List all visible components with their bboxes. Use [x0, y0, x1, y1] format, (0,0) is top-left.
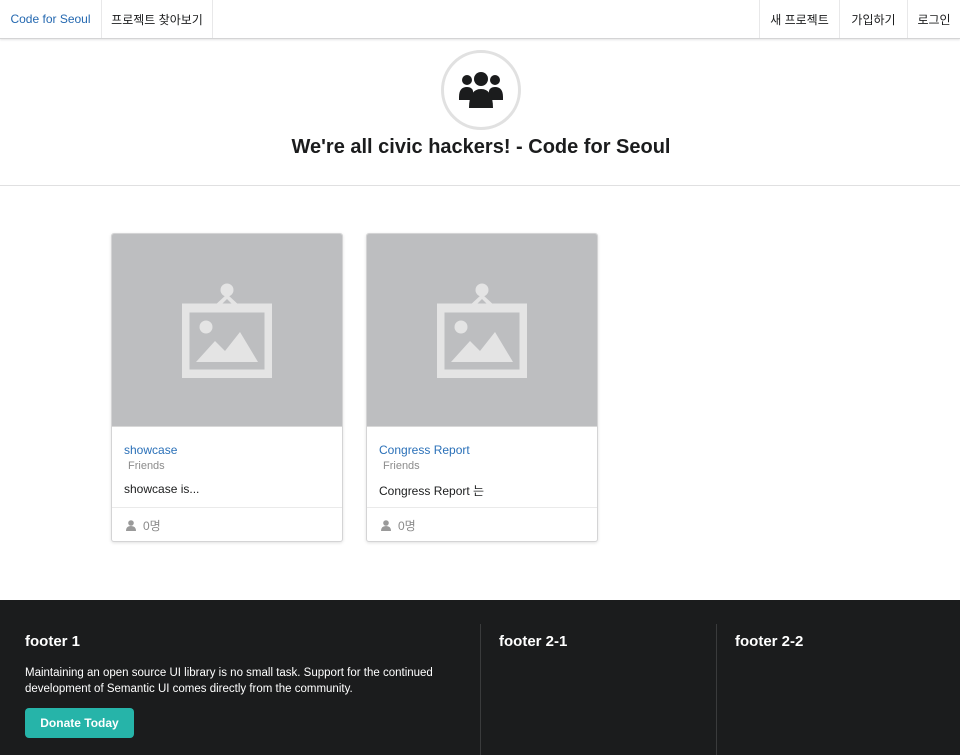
footer-2-1-title: footer 2-1 — [499, 633, 568, 650]
card-image[interactable] — [367, 234, 597, 426]
card-title-link[interactable]: Congress Report — [379, 443, 470, 457]
brand-link[interactable]: Code for Seoul — [0, 0, 102, 38]
card-meta: Friends — [383, 460, 420, 472]
card-divider — [112, 426, 342, 427]
users-icon — [441, 50, 521, 130]
member-count: 0명 — [398, 519, 416, 533]
page-header: We're all civic hackers! - Code for Seou… — [0, 39, 960, 186]
card-description: Congress Report 는 — [379, 484, 485, 498]
new-project-link[interactable]: 새 프로젝트 — [759, 0, 839, 38]
user-icon — [126, 520, 136, 531]
login-link[interactable]: 로그인 — [907, 0, 960, 38]
top-menu: Code for Seoul 프로젝트 찾아보기 새 프로젝트 가입하기 로그인 — [0, 0, 960, 39]
footer-1-text: Maintaining an open source UI library is… — [25, 667, 433, 695]
menu-spacer — [213, 0, 759, 38]
footer-column-2: footer 2-1 — [480, 624, 716, 755]
card-members: 0명 — [112, 507, 342, 541]
image-placeholder-icon — [182, 283, 272, 378]
page-title: We're all civic hackers! - Code for Seou… — [291, 136, 671, 158]
footer-column-1: footer 1 Maintaining an open source UI l… — [25, 624, 465, 755]
card-title-link[interactable]: showcase — [124, 443, 177, 457]
user-icon — [381, 520, 391, 531]
card-description: showcase is... — [124, 482, 200, 496]
footer-2-2-title: footer 2-2 — [735, 633, 804, 650]
footer-1-title: footer 1 — [25, 633, 81, 650]
page-footer: footer 1 Maintaining an open source UI l… — [0, 600, 960, 755]
signup-link[interactable]: 가입하기 — [839, 0, 907, 38]
card-meta: Friends — [128, 460, 165, 472]
donate-button[interactable]: Donate Today — [25, 708, 134, 738]
explore-projects-link[interactable]: 프로젝트 찾아보기 — [102, 0, 213, 38]
member-count: 0명 — [143, 519, 161, 533]
card-image[interactable] — [112, 234, 342, 426]
project-card[interactable]: Congress Report Friends Congress Report … — [366, 233, 598, 542]
card-members: 0명 — [367, 507, 597, 541]
card-divider — [367, 426, 597, 427]
footer-column-3: footer 2-2 — [716, 624, 960, 755]
image-placeholder-icon — [437, 283, 527, 378]
project-card[interactable]: showcase Friends showcase is... 0명 — [111, 233, 343, 542]
